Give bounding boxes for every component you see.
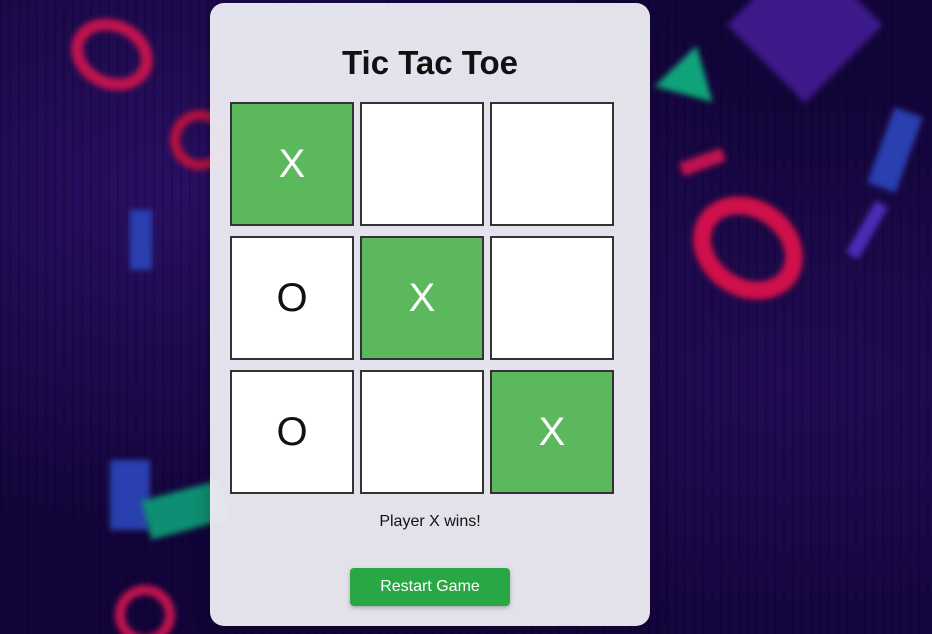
board-cell-3[interactable]	[490, 102, 614, 226]
board-cell-6[interactable]	[490, 236, 614, 360]
board-cell-5[interactable]: X	[360, 236, 484, 360]
board-cell-1[interactable]: X	[230, 102, 354, 226]
board-cell-2[interactable]	[360, 102, 484, 226]
game-card: Tic Tac Toe X O X O X Player X wins! Res…	[210, 3, 650, 626]
game-board: X O X O X	[230, 102, 614, 494]
background-ring-shape	[672, 175, 824, 321]
background-ring-shape	[115, 585, 175, 634]
background-bar-shape	[845, 200, 889, 260]
board-cell-9[interactable]: X	[490, 370, 614, 494]
board-cell-4[interactable]: O	[230, 236, 354, 360]
background-triangle-shape	[654, 38, 726, 102]
board-cell-8[interactable]	[360, 370, 484, 494]
background-bar-shape	[678, 147, 727, 177]
background-cross-shape	[867, 107, 923, 193]
background-diamond-shape	[727, 0, 883, 103]
game-title: Tic Tac Toe	[341, 44, 519, 81]
game-status: Player X wins!	[379, 513, 481, 530]
background-cross-shape	[110, 460, 150, 530]
board-cell-7[interactable]: O	[230, 370, 354, 494]
restart-game-button[interactable]: Restart Game	[350, 568, 510, 606]
background-ring-shape	[59, 5, 165, 104]
background-cross-shape	[130, 210, 152, 270]
